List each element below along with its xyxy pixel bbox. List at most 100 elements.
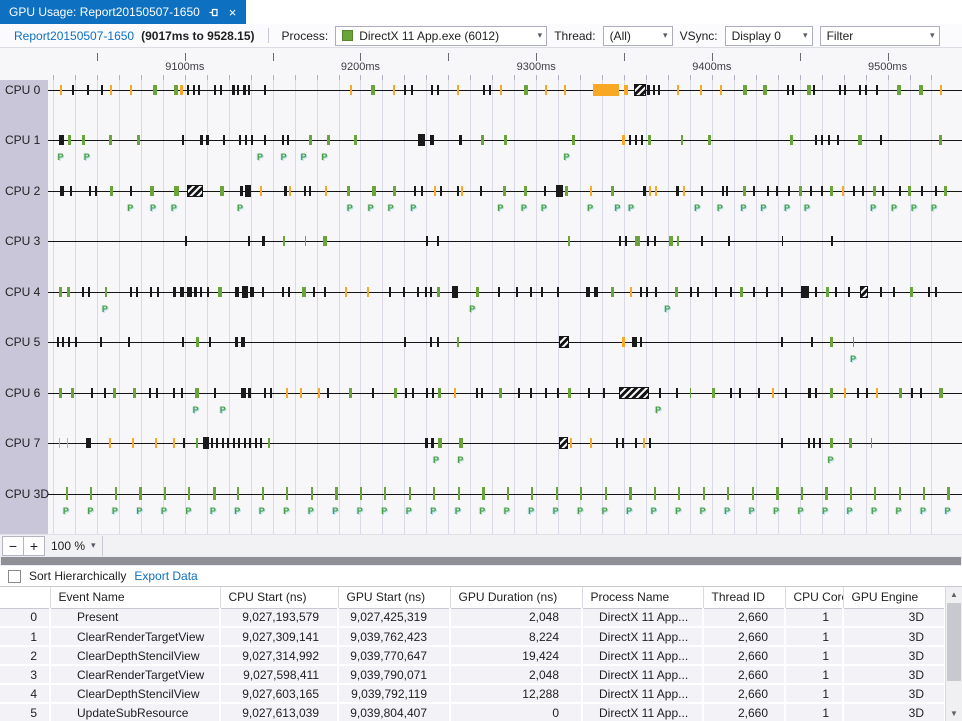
- event-mark[interactable]: [220, 85, 222, 95]
- event-mark[interactable]: [459, 438, 463, 448]
- table-cell[interactable]: 9,027,314,992: [220, 646, 338, 665]
- event-mark[interactable]: [807, 85, 811, 95]
- event-mark[interactable]: [403, 287, 405, 297]
- event-mark[interactable]: [180, 85, 183, 95]
- present-marker[interactable]: P: [553, 506, 559, 516]
- table-cell[interactable]: UpdateSubResource: [50, 703, 220, 721]
- close-icon[interactable]: ×: [229, 6, 237, 19]
- event-mark[interactable]: [367, 287, 369, 297]
- event-mark[interactable]: [815, 135, 817, 145]
- event-mark[interactable]: [198, 85, 200, 95]
- export-data-link[interactable]: Export Data: [134, 569, 197, 583]
- event-mark[interactable]: [206, 135, 209, 145]
- event-mark[interactable]: [282, 135, 284, 145]
- event-mark[interactable]: [282, 287, 284, 297]
- table-cell[interactable]: 2,660: [703, 608, 785, 627]
- event-mark[interactable]: [132, 438, 134, 448]
- event-mark[interactable]: [842, 186, 844, 196]
- event-mark[interactable]: [871, 438, 872, 448]
- event-mark[interactable]: [452, 286, 458, 298]
- event-mark[interactable]: [222, 438, 224, 448]
- table-cell[interactable]: 2,660: [703, 627, 785, 646]
- document-tab[interactable]: GPU Usage: Report20150507-1650 ×: [0, 0, 246, 24]
- event-mark[interactable]: [115, 487, 117, 500]
- event-mark[interactable]: [500, 85, 502, 95]
- event-mark[interactable]: [753, 186, 755, 196]
- table-cell[interactable]: DirectX 11 App...: [582, 608, 703, 627]
- event-mark[interactable]: [418, 134, 425, 146]
- event-mark[interactable]: [262, 487, 264, 500]
- table-cell[interactable]: Present: [50, 608, 220, 627]
- column-header[interactable]: GPU Duration (ns): [450, 587, 582, 608]
- event-mark[interactable]: [624, 85, 628, 95]
- event-mark[interactable]: [831, 236, 833, 246]
- event-mark[interactable]: [830, 438, 833, 448]
- event-mark[interactable]: [232, 85, 235, 95]
- event-mark[interactable]: [203, 437, 209, 449]
- event-mark[interactable]: [880, 287, 882, 297]
- event-mark[interactable]: [59, 438, 60, 448]
- present-marker[interactable]: P: [220, 405, 226, 415]
- event-mark[interactable]: [776, 186, 778, 196]
- event-mark[interactable]: [646, 287, 648, 297]
- present-marker[interactable]: P: [347, 203, 353, 213]
- event-mark[interactable]: [404, 85, 406, 95]
- event-mark[interactable]: [880, 135, 882, 145]
- event-mark[interactable]: [708, 135, 711, 145]
- event-mark[interactable]: [421, 186, 423, 196]
- event-mark[interactable]: [188, 487, 190, 500]
- event-mark[interactable]: [327, 135, 330, 145]
- event-mark[interactable]: [311, 487, 313, 500]
- event-mark[interactable]: [130, 186, 132, 196]
- event-mark[interactable]: [939, 388, 943, 398]
- event-mark[interactable]: [676, 186, 679, 196]
- table-cell[interactable]: 8,224: [450, 627, 582, 646]
- event-mark[interactable]: [739, 388, 741, 398]
- event-mark[interactable]: [559, 336, 569, 348]
- event-mark[interactable]: [431, 438, 434, 448]
- event-mark[interactable]: [873, 186, 876, 196]
- event-mark[interactable]: [113, 388, 116, 398]
- event-mark[interactable]: [286, 388, 288, 398]
- event-mark[interactable]: [214, 388, 216, 398]
- column-header[interactable]: Event Name: [50, 587, 220, 608]
- event-mark[interactable]: [270, 388, 272, 398]
- present-marker[interactable]: P: [847, 506, 853, 516]
- table-cell[interactable]: 1: [785, 665, 843, 684]
- event-mark[interactable]: [524, 186, 527, 196]
- table-row[interactable]: 1ClearRenderTargetView9,027,309,1419,039…: [0, 627, 945, 646]
- event-mark[interactable]: [616, 438, 618, 448]
- event-mark[interactable]: [130, 287, 132, 297]
- present-marker[interactable]: P: [798, 506, 804, 516]
- table-cell[interactable]: 9,027,425,319: [338, 608, 450, 627]
- table-row[interactable]: 2ClearDepthStencilView9,027,314,9929,039…: [0, 646, 945, 665]
- event-mark[interactable]: [156, 388, 158, 398]
- present-marker[interactable]: P: [717, 203, 723, 213]
- event-mark[interactable]: [678, 487, 680, 500]
- present-marker[interactable]: P: [171, 203, 177, 213]
- event-mark[interactable]: [772, 388, 774, 398]
- event-mark[interactable]: [622, 337, 625, 347]
- event-mark[interactable]: [110, 186, 113, 196]
- scroll-up-icon[interactable]: ▲: [946, 587, 962, 602]
- table-cell[interactable]: 4: [0, 684, 50, 703]
- event-mark[interactable]: [643, 438, 645, 448]
- event-mark[interactable]: [384, 487, 386, 500]
- event-mark[interactable]: [286, 487, 288, 500]
- event-mark[interactable]: [251, 135, 253, 145]
- present-marker[interactable]: P: [497, 203, 503, 213]
- event-mark[interactable]: [264, 388, 266, 398]
- event-mark[interactable]: [136, 287, 138, 297]
- event-mark[interactable]: [808, 438, 810, 448]
- table-cell[interactable]: 9,027,598,411: [220, 665, 338, 684]
- event-mark[interactable]: [722, 186, 724, 196]
- present-marker[interactable]: P: [700, 506, 706, 516]
- event-mark[interactable]: [244, 438, 246, 448]
- event-mark[interactable]: [476, 388, 478, 398]
- event-mark[interactable]: [908, 186, 911, 196]
- event-mark[interactable]: [459, 135, 462, 145]
- event-mark[interactable]: [59, 388, 62, 398]
- present-marker[interactable]: P: [694, 203, 700, 213]
- event-mark[interactable]: [830, 388, 833, 398]
- event-mark[interactable]: [766, 287, 768, 297]
